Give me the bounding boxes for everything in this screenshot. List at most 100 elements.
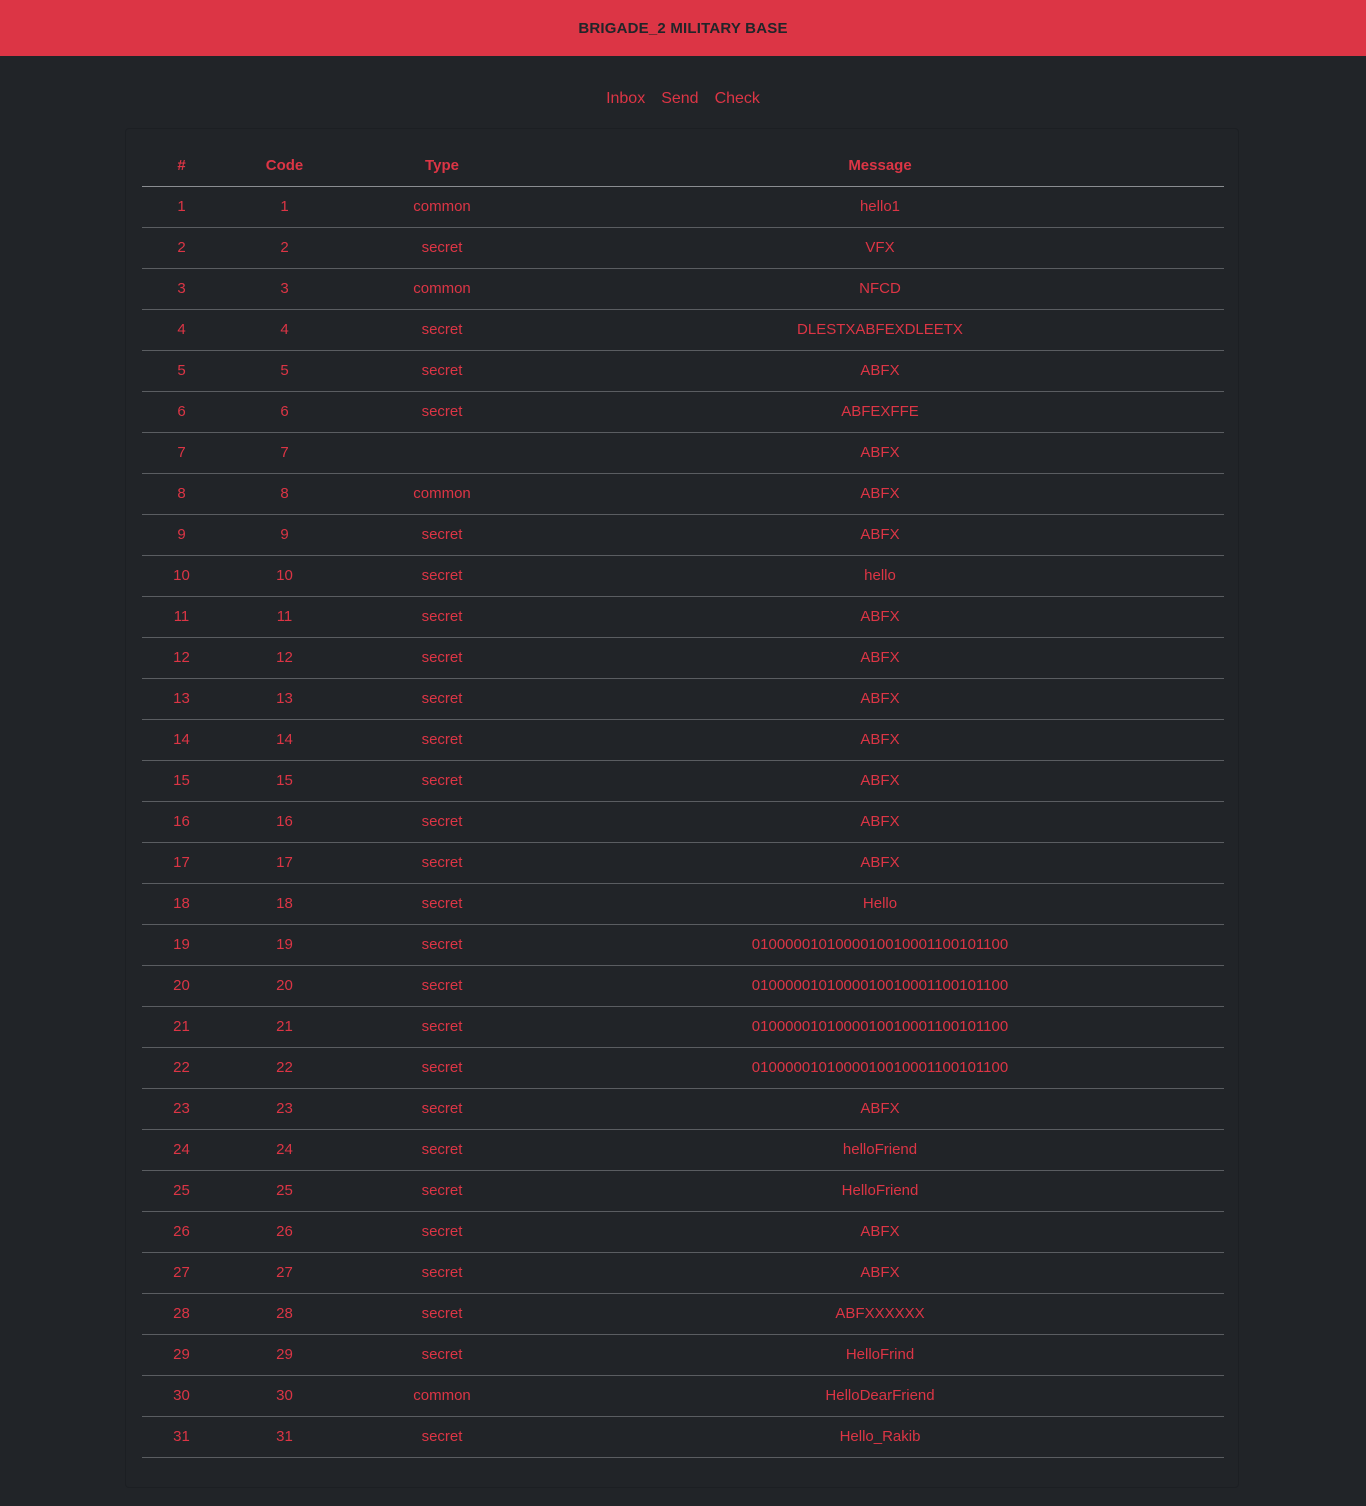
table-row: 16 16 secret ABFX [142, 801, 1224, 843]
cell-number: 19 [142, 924, 221, 966]
cell-type [348, 432, 536, 474]
table-row: 10 10 secret hello [142, 555, 1224, 597]
top-navbar: BRIGADE_2 MILITARY BASE [0, 0, 1366, 56]
cell-number: 1 [142, 186, 221, 228]
cell-message: ABFX [536, 1088, 1224, 1130]
table-row: 26 26 secret ABFX [142, 1211, 1224, 1253]
cell-code: 27 [221, 1252, 348, 1294]
cell-type: secret [348, 350, 536, 392]
cell-message: HelloFriend [536, 1170, 1224, 1212]
cell-type: secret [348, 1129, 536, 1171]
cell-message: ABFX [536, 1252, 1224, 1294]
cell-code: 17 [221, 842, 348, 884]
cell-number: 31 [142, 1416, 221, 1458]
table-row: 3 3 common NFCD [142, 268, 1224, 310]
cell-code: 1 [221, 186, 348, 228]
table-body: 1 1 common hello1 2 2 secret VFX 3 3 common NFCD 4 4 s… [142, 186, 1224, 1458]
cell-type: secret [348, 514, 536, 556]
cell-number: 21 [142, 1006, 221, 1048]
cell-code: 28 [221, 1293, 348, 1335]
cell-type: secret [348, 1334, 536, 1376]
nav-link-check[interactable]: Check [715, 90, 760, 110]
cell-number: 23 [142, 1088, 221, 1130]
cell-message: ABFX [536, 637, 1224, 679]
cell-number: 5 [142, 350, 221, 392]
cell-number: 14 [142, 719, 221, 761]
cell-message: DLESTXABFEXDLEETX [536, 309, 1224, 351]
table-row: 27 27 secret ABFX [142, 1252, 1224, 1294]
cell-code: 29 [221, 1334, 348, 1376]
cell-type: secret [348, 637, 536, 679]
table-row: 13 13 secret ABFX [142, 678, 1224, 720]
cell-type: secret [348, 965, 536, 1007]
cell-message: VFX [536, 227, 1224, 269]
cell-message: ABFEXFFE [536, 391, 1224, 433]
cell-code: 18 [221, 883, 348, 925]
messages-card: # Code Type Message 1 1 common hello1 2 2 secr… [125, 128, 1239, 1488]
cell-type: secret [348, 1047, 536, 1089]
cell-type: secret [348, 883, 536, 925]
cell-message: ABFX [536, 596, 1224, 638]
nav-link-send[interactable]: Send [661, 90, 698, 110]
cell-type: common [348, 1375, 536, 1417]
cell-code: 31 [221, 1416, 348, 1458]
table-row: 31 31 secret Hello_Rakib [142, 1416, 1224, 1458]
cell-message: 0100000101000010010001100101100 [536, 924, 1224, 966]
cell-type: secret [348, 760, 536, 802]
table-row: 29 29 secret HelloFrind [142, 1334, 1224, 1376]
nav-link-inbox[interactable]: Inbox [606, 90, 645, 110]
cell-number: 10 [142, 555, 221, 597]
cell-number: 18 [142, 883, 221, 925]
cell-message: hello1 [536, 186, 1224, 228]
cell-type: secret [348, 555, 536, 597]
cell-number: 17 [142, 842, 221, 884]
cell-message: 0100000101000010010001100101100 [536, 965, 1224, 1007]
cell-type: secret [348, 801, 536, 843]
table-header-row: # Code Type Message [142, 145, 1224, 187]
table-row: 21 21 secret 010000010100001001000110010110… [142, 1006, 1224, 1048]
cell-message: Hello [536, 883, 1224, 925]
cell-code: 5 [221, 350, 348, 392]
cell-code: 22 [221, 1047, 348, 1089]
table-row: 14 14 secret ABFX [142, 719, 1224, 761]
table-row: 4 4 secret DLESTXABFEXDLEETX [142, 309, 1224, 351]
cell-message: HelloDearFriend [536, 1375, 1224, 1417]
cell-message: hello [536, 555, 1224, 597]
main-nav: Inbox Send Check [0, 90, 1366, 110]
column-header-code: Code [221, 145, 348, 187]
table-row: 8 8 common ABFX [142, 473, 1224, 515]
cell-type: secret [348, 719, 536, 761]
cell-code: 20 [221, 965, 348, 1007]
cell-number: 4 [142, 309, 221, 351]
cell-code: 26 [221, 1211, 348, 1253]
page-title: BRIGADE_2 MILITARY BASE [578, 19, 788, 37]
cell-type: secret [348, 1252, 536, 1294]
cell-code: 21 [221, 1006, 348, 1048]
cell-code: 19 [221, 924, 348, 966]
cell-number: 16 [142, 801, 221, 843]
cell-message: ABFX [536, 678, 1224, 720]
cell-type: secret [348, 1211, 536, 1253]
cell-number: 22 [142, 1047, 221, 1089]
cell-type: secret [348, 1170, 536, 1212]
column-header-type: Type [348, 145, 536, 187]
cell-number: 24 [142, 1129, 221, 1171]
cell-code: 6 [221, 391, 348, 433]
cell-message: ABFXXXXXX [536, 1293, 1224, 1335]
table-row: 22 22 secret 010000010100001001000110010110… [142, 1047, 1224, 1089]
table-row: 20 20 secret 010000010100001001000110010110… [142, 965, 1224, 1007]
cell-number: 6 [142, 391, 221, 433]
table-row: 5 5 secret ABFX [142, 350, 1224, 392]
cell-message: ABFX [536, 514, 1224, 556]
cell-type: secret [348, 1088, 536, 1130]
cell-number: 30 [142, 1375, 221, 1417]
cell-number: 11 [142, 596, 221, 638]
table-row: 28 28 secret ABFXXXXXX [142, 1293, 1224, 1335]
cell-number: 20 [142, 965, 221, 1007]
cell-number: 15 [142, 760, 221, 802]
cell-number: 7 [142, 432, 221, 474]
cell-number: 25 [142, 1170, 221, 1212]
cell-code: 24 [221, 1129, 348, 1171]
cell-message: ABFX [536, 719, 1224, 761]
table-row: 17 17 secret ABFX [142, 842, 1224, 884]
